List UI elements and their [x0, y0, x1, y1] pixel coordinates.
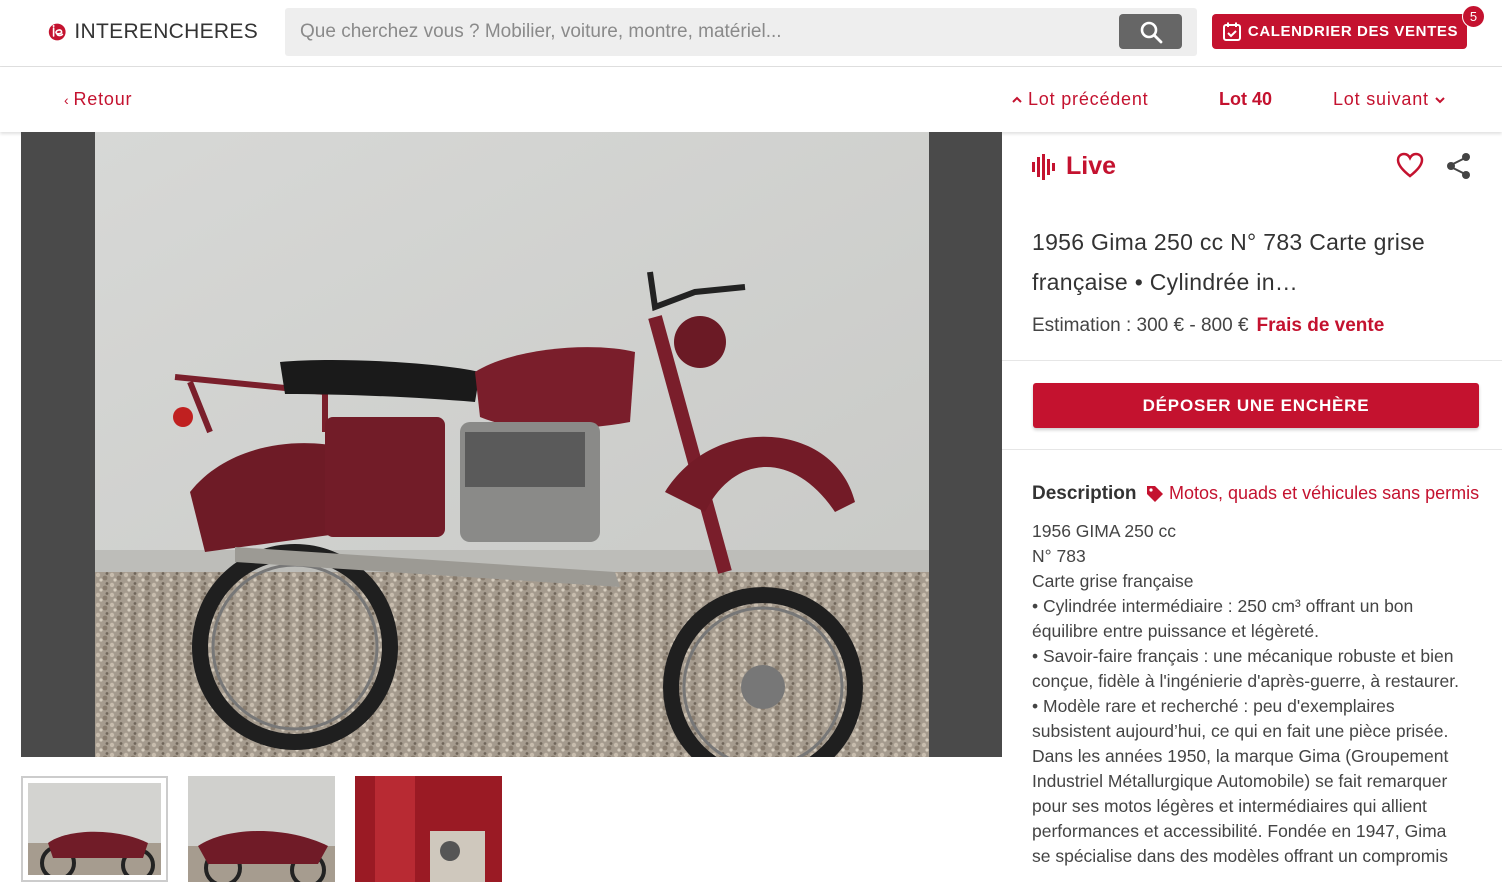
thumbnail-3[interactable] — [355, 776, 502, 882]
back-label: Retour — [73, 89, 133, 109]
share-icon — [1447, 153, 1470, 179]
chevron-down-icon — [1435, 96, 1445, 103]
next-lot-link[interactable]: Lot suivant — [1333, 89, 1447, 110]
category-label: Motos, quads et véhicules sans permis — [1169, 483, 1480, 503]
description-line: N° 783 — [1032, 546, 1086, 566]
description-heading: Description — [1032, 483, 1137, 504]
description-line: se spécialise dans des modèles offrant u… — [1032, 846, 1449, 866]
calendar-button[interactable]: CALENDRIER DES VENTES — [1212, 14, 1467, 49]
thumbnail-1[interactable] — [21, 776, 168, 882]
divider — [1002, 449, 1502, 450]
ie-logo-icon — [48, 23, 66, 41]
sale-fees-link[interactable]: Frais de vente — [1257, 315, 1385, 336]
back-link[interactable]: ‹ Retour — [60, 89, 132, 110]
motorcycle-photo — [95, 132, 929, 757]
description-line: subsistent aujourd’hui, ce qui en fait u… — [1032, 721, 1449, 741]
divider — [1002, 360, 1502, 361]
share-button[interactable] — [1446, 152, 1472, 185]
description-line: conçue, fidèle à l'ingénierie d'après-gu… — [1032, 671, 1459, 691]
description-line: • Modèle rare et recherché : peu d'exemp… — [1032, 696, 1395, 716]
logo-text: INTERENCHERES — [74, 20, 258, 43]
description-line: 1956 GIMA 250 cc — [1032, 521, 1176, 541]
chevron-up-icon — [1012, 96, 1022, 103]
live-status: Live — [1032, 152, 1116, 181]
thumbnail-image — [188, 776, 335, 882]
lot-description: 1956 GIMA 250 cc N° 783 Carte grise fran… — [1032, 519, 1492, 869]
live-label: Live — [1066, 152, 1117, 180]
thumbnail-image — [355, 776, 502, 882]
lot-estimation: Estimation : 300 € - 800 € Frais de vente — [1032, 315, 1384, 337]
description-line: Carte grise française — [1032, 571, 1194, 591]
estimation-text: Estimation : 300 € - 800 € — [1032, 315, 1249, 336]
chevron-left-icon: ‹ — [64, 91, 70, 108]
lot-image-viewer[interactable] — [21, 132, 1002, 757]
search-icon — [1140, 21, 1162, 43]
previous-lot-label: Lot précédent — [1028, 89, 1149, 109]
description-line: Dans les années 1950, la marque Gima (Gr… — [1032, 746, 1449, 766]
site-logo[interactable]: INTERENCHERES — [48, 10, 258, 54]
description-line: équilibre entre puissance et légèreté. — [1032, 621, 1319, 641]
lot-details-panel: Live 1956 Gima 250 cc N° 783 Carte grise… — [1002, 132, 1502, 882]
description-line: • Cylindrée intermédiaire : 250 cm³ offr… — [1032, 596, 1414, 616]
place-bid-button[interactable]: DÉPOSER UNE ENCHÈRE — [1033, 383, 1479, 428]
heart-icon — [1396, 152, 1424, 178]
lot-title: 1956 Gima 250 cc N° 783 Carte grise fran… — [1032, 229, 1425, 295]
thumbnail-image — [28, 783, 161, 880]
next-lot-label: Lot suivant — [1333, 89, 1429, 109]
thumbnail-2[interactable] — [188, 776, 335, 882]
lot-main-photo[interactable] — [95, 132, 929, 757]
lot-navigation: ‹ Retour Lot précédent Lot 40 Lot suivan… — [0, 67, 1502, 132]
current-lot-number: Lot 40 — [1219, 89, 1273, 109]
site-header: INTERENCHERES CALENDRIER DES VENTES 5 — [0, 0, 1502, 67]
tag-icon — [1147, 485, 1163, 502]
calendar-label: CALENDRIER DES VENTES — [1247, 23, 1459, 40]
search-bar — [285, 8, 1197, 56]
live-audio-icon — [1032, 153, 1055, 180]
description-line: performances et accessibilité. Fondée en… — [1032, 821, 1447, 841]
calendar-icon — [1222, 22, 1241, 41]
previous-lot-link[interactable]: Lot précédent — [1010, 89, 1148, 110]
search-button[interactable] — [1119, 14, 1182, 49]
description-line: • Savoir-faire français : une mécanique … — [1032, 646, 1454, 666]
favorite-button[interactable] — [1396, 152, 1424, 183]
category-link[interactable]: Motos, quads et véhicules sans permis — [1146, 483, 1479, 504]
calendar-count-badge: 5 — [1462, 5, 1485, 28]
description-line: pour ses motos légères et intermédiaires… — [1032, 796, 1427, 816]
description-line: Industriel Métallurgique Automobile) se … — [1032, 771, 1448, 791]
search-input[interactable] — [285, 8, 1105, 56]
